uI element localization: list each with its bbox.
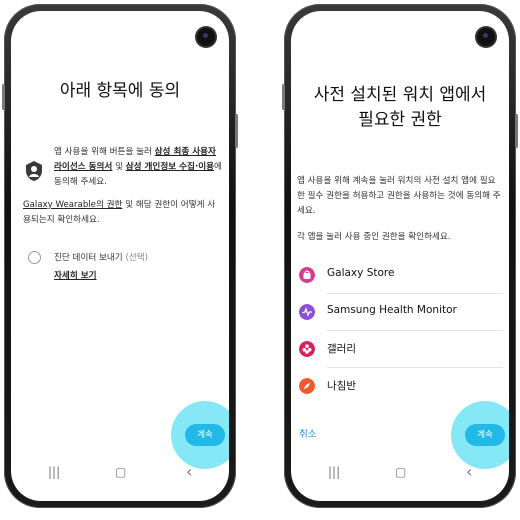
navigation-bar: ||| ▢ ‹ <box>291 462 509 485</box>
compass-icon <box>299 378 315 394</box>
details-link[interactable]: 자세히 보기 <box>54 269 97 284</box>
app-item-galaxy-store[interactable]: Galaxy Store <box>291 257 509 294</box>
page-title-line2: 필요한 권한 <box>358 110 442 130</box>
gallery-icon <box>299 341 315 357</box>
app-name: Samsung Health Monitor <box>327 304 457 316</box>
app-name: 갤러리 <box>327 343 356 355</box>
health-monitor-icon <box>299 304 315 320</box>
diagnostic-label: 진단 데이터 보내기 (선택) <box>54 251 148 266</box>
consent-text-part: 앱 사용을 위해 버튼을 눌러 <box>54 147 155 157</box>
wearable-permissions-link[interactable]: Galaxy Wearable의 권한 <box>23 200 122 210</box>
screen-agreement: 아래 항목에 동의 앱 사용을 위해 버튼을 눌러 삼성 최종 사용자 라이선스… <box>11 11 229 501</box>
back-icon[interactable]: ‹ <box>466 462 472 481</box>
app-item-health-monitor[interactable]: Samsung Health Monitor <box>291 294 509 331</box>
home-icon[interactable]: ▢ <box>395 465 406 479</box>
diagnostic-data-radio[interactable] <box>28 251 41 264</box>
phone-side-button <box>235 114 238 148</box>
back-icon[interactable]: ‹ <box>186 462 192 481</box>
app-item-gallery[interactable]: 갤러리 <box>291 331 509 368</box>
optional-tag: (선택) <box>125 253 148 263</box>
app-item-compass[interactable]: 나침반 <box>291 368 509 405</box>
privacy-shield-icon <box>26 161 42 181</box>
phone-left: 아래 항목에 동의 앱 사용을 위해 버튼을 눌러 삼성 최종 사용자 라이선스… <box>2 4 238 508</box>
diagnostic-label-text: 진단 데이터 보내기 <box>54 253 123 263</box>
phone-right: 사전 설치된 워치 앱에서 필요한 권한 앱 사용을 위해 계속을 눌러 워치의… <box>282 4 518 508</box>
front-camera <box>197 28 215 46</box>
screen-watch-permissions: 사전 설치된 워치 앱에서 필요한 권한 앱 사용을 위해 계속을 눌러 워치의… <box>291 11 509 501</box>
phone-side-button <box>282 84 285 110</box>
permissions-text: Galaxy Wearable의 권한 및 해당 권한이 어떻게 사용되는지 확… <box>23 198 223 228</box>
app-name: 나침반 <box>327 380 356 392</box>
details-link-text[interactable]: 자세히 보기 <box>54 271 97 281</box>
page-title-line1: 사전 설치된 워치 앱에서 <box>313 85 487 105</box>
phone-side-button <box>515 114 518 148</box>
consent-text-part: 및 <box>112 162 126 172</box>
app-name: Galaxy Store <box>327 267 395 279</box>
home-icon[interactable]: ▢ <box>115 465 126 479</box>
page-title: 아래 항목에 동의 <box>59 81 181 101</box>
privacy-link[interactable]: 삼성 개인정보 수집·이용 <box>126 162 214 172</box>
recent-apps-icon[interactable]: ||| <box>328 465 340 479</box>
permissions-description: 앱 사용을 위해 계속을 눌러 워치의 사전 설치 앱에 필요한 필수 권한을 … <box>297 176 501 216</box>
navigation-bar: ||| ▢ ‹ <box>11 462 229 485</box>
permissions-note: 각 앱을 눌러 사용 중인 권한을 확인하세요. <box>297 232 451 242</box>
continue-button[interactable]: 계속 <box>465 424 505 446</box>
front-camera <box>477 28 495 46</box>
phone-side-button <box>2 84 5 110</box>
recent-apps-icon[interactable]: ||| <box>48 465 60 479</box>
galaxy-store-icon <box>299 267 315 283</box>
consent-text: 앱 사용을 위해 버튼을 눌러 삼성 최종 사용자 라이선스 동의서 및 삼성 … <box>54 145 226 190</box>
cancel-button[interactable]: 취소 <box>299 427 316 442</box>
continue-button[interactable]: 계속 <box>185 424 225 446</box>
